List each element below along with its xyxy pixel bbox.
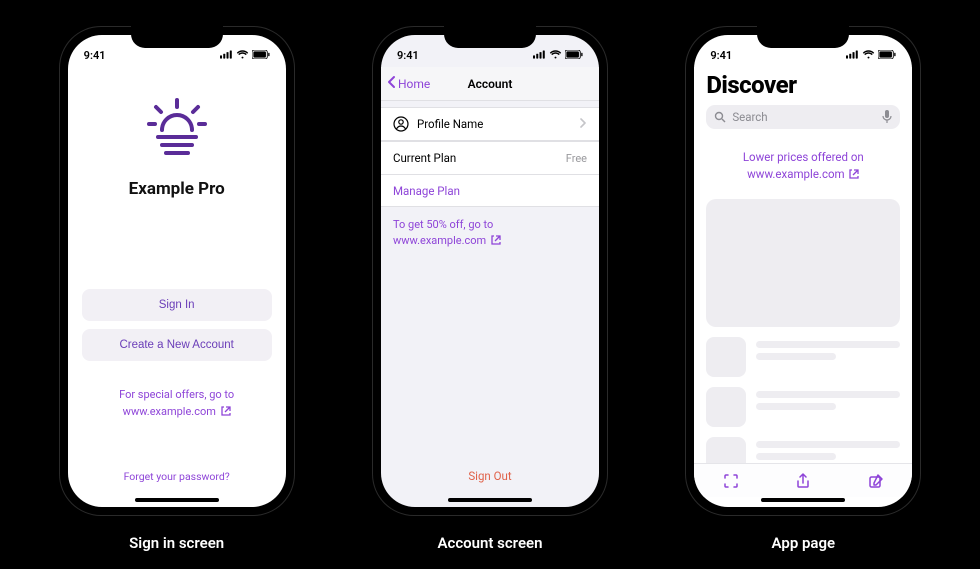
battery-icon — [565, 49, 583, 62]
forgot-password-link[interactable]: Forget your password? — [68, 470, 286, 483]
signin-button[interactable]: Sign In — [82, 289, 272, 321]
discover-header: Discover — [694, 67, 912, 105]
external-link-icon — [491, 234, 501, 250]
mic-icon[interactable] — [882, 110, 892, 124]
promo-line2: www.example.com — [747, 167, 844, 181]
app-logo-icon — [142, 97, 212, 157]
status-time: 9:41 — [397, 49, 419, 62]
plan-label: Current Plan — [393, 151, 456, 165]
search-input[interactable]: Search — [706, 105, 900, 129]
cellular-icon — [846, 49, 859, 62]
thumb-placeholder — [706, 337, 746, 377]
foot-line2: www.example.com — [393, 234, 486, 247]
battery-icon — [252, 49, 270, 62]
navbar: Home Account — [381, 67, 599, 101]
cellular-icon — [533, 49, 546, 62]
row-current-plan: Current Plan Free — [381, 142, 599, 174]
app-title: Example Pro — [129, 179, 225, 199]
cellular-icon — [220, 49, 233, 62]
offer-link[interactable]: Lower prices offered on www.example.com — [694, 135, 912, 195]
external-link-icon — [221, 405, 231, 422]
nav-title: Account — [468, 77, 513, 91]
profile-icon — [393, 116, 409, 132]
scan-icon[interactable] — [723, 473, 739, 489]
search-placeholder: Search — [732, 110, 767, 124]
wifi-icon — [862, 49, 875, 62]
status-time: 9:41 — [710, 49, 732, 62]
share-icon[interactable] — [795, 473, 811, 489]
offer-line2: www.example.com — [123, 405, 216, 418]
discover-title: Discover — [706, 71, 900, 99]
chevron-right-icon — [579, 117, 587, 132]
thumb-placeholder — [706, 387, 746, 427]
offer-link[interactable]: To get 50% off, go to www.example.com — [381, 207, 599, 260]
list-item — [706, 337, 900, 377]
phone-notch — [444, 26, 536, 48]
row-manage-plan[interactable]: Manage Plan — [381, 174, 599, 206]
manage-plan-label: Manage Plan — [393, 184, 460, 198]
external-link-icon — [849, 167, 859, 184]
signout-link[interactable]: Sign Out — [381, 469, 599, 483]
back-label: Home — [398, 77, 430, 91]
phone-apppage: 9:41 Discover Search Lower prices offere… — [685, 26, 921, 516]
create-account-button[interactable]: Create a New Account — [82, 329, 272, 361]
profile-label: Profile Name — [417, 117, 483, 131]
back-button[interactable]: Home — [387, 75, 430, 92]
phone-signin: 9:41 — [59, 26, 295, 516]
list-item — [706, 387, 900, 427]
status-icons — [846, 49, 896, 62]
home-indicator — [761, 498, 845, 502]
compose-icon[interactable] — [868, 473, 884, 489]
promo-line1: Lower prices offered on — [743, 150, 864, 164]
status-time: 9:41 — [84, 49, 106, 62]
plan-value: Free — [566, 152, 587, 165]
foot-line1: To get 50% off, go to — [393, 218, 493, 231]
caption-account: Account screen — [437, 534, 542, 552]
hero-placeholder — [706, 199, 900, 327]
battery-icon — [878, 49, 896, 62]
row-profile[interactable]: Profile Name — [381, 108, 599, 140]
caption-apppage: App page — [772, 534, 836, 552]
home-indicator — [448, 498, 532, 502]
status-icons — [533, 49, 583, 62]
content-placeholders — [694, 195, 912, 508]
caption-signin: Sign in screen — [129, 534, 224, 552]
bottom-toolbar — [694, 463, 912, 497]
phone-account: 9:41 Home Account Profile Name — [372, 26, 608, 516]
home-indicator — [135, 498, 219, 502]
offer-link[interactable]: For special offers, go to www.example.co… — [82, 387, 272, 421]
wifi-icon — [236, 49, 249, 62]
chevron-left-icon — [387, 75, 397, 92]
wifi-icon — [549, 49, 562, 62]
search-icon — [714, 111, 726, 123]
phone-notch — [757, 26, 849, 48]
phone-notch — [131, 26, 223, 48]
offer-line1: For special offers, go to — [119, 388, 234, 401]
status-icons — [220, 49, 270, 62]
